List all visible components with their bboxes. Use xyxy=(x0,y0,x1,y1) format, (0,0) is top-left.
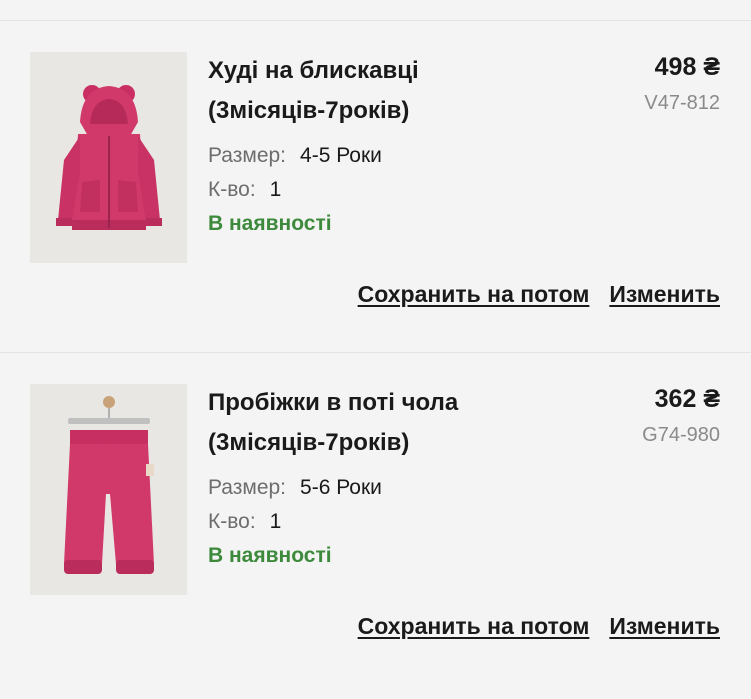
product-price: 362 ₴ xyxy=(654,385,720,413)
size-value: 4-5 Роки xyxy=(300,144,382,167)
hoodie-icon xyxy=(30,52,187,263)
size-label: Размер: xyxy=(208,144,287,167)
product-image-hoodie[interactable] xyxy=(30,52,187,263)
stock-status: В наявності xyxy=(208,212,332,235)
quantity-label: К-во: xyxy=(208,178,256,201)
joggers-icon xyxy=(30,384,187,595)
edit-link[interactable]: Изменить xyxy=(609,281,720,308)
item-actions: Сохранить на потом Изменить xyxy=(358,613,720,640)
product-title[interactable]: Худі на блискавці (3місяців-7років) xyxy=(208,51,588,131)
quantity-row: К-во: 1 xyxy=(208,509,281,535)
quantity-value: 1 xyxy=(269,178,282,201)
quantity-row: К-во: 1 xyxy=(208,177,281,203)
product-sku: G74-980 xyxy=(642,424,720,446)
quantity-label: К-во: xyxy=(208,510,256,533)
item-actions: Сохранить на потом Изменить xyxy=(358,281,720,308)
cart-item: Худі на блискавці (3місяців-7років) 498 … xyxy=(0,21,751,351)
save-for-later-link[interactable]: Сохранить на потом xyxy=(358,613,590,640)
product-sku: V47-812 xyxy=(644,92,720,114)
product-image-joggers[interactable] xyxy=(30,384,187,595)
quantity-value: 1 xyxy=(269,510,282,533)
size-value: 5-6 Роки xyxy=(300,476,382,499)
edit-link[interactable]: Изменить xyxy=(609,613,720,640)
save-for-later-link[interactable]: Сохранить на потом xyxy=(358,281,590,308)
size-row: Размер: 4-5 Роки xyxy=(208,143,382,169)
cart-item: Пробіжки в поті чола (3місяців-7років) 3… xyxy=(0,353,751,683)
stock-status: В наявності xyxy=(208,544,332,567)
size-row: Размер: 5-6 Роки xyxy=(208,475,382,501)
size-label: Размер: xyxy=(208,476,287,499)
product-title[interactable]: Пробіжки в поті чола (3місяців-7років) xyxy=(208,383,588,463)
product-price: 498 ₴ xyxy=(654,53,720,81)
